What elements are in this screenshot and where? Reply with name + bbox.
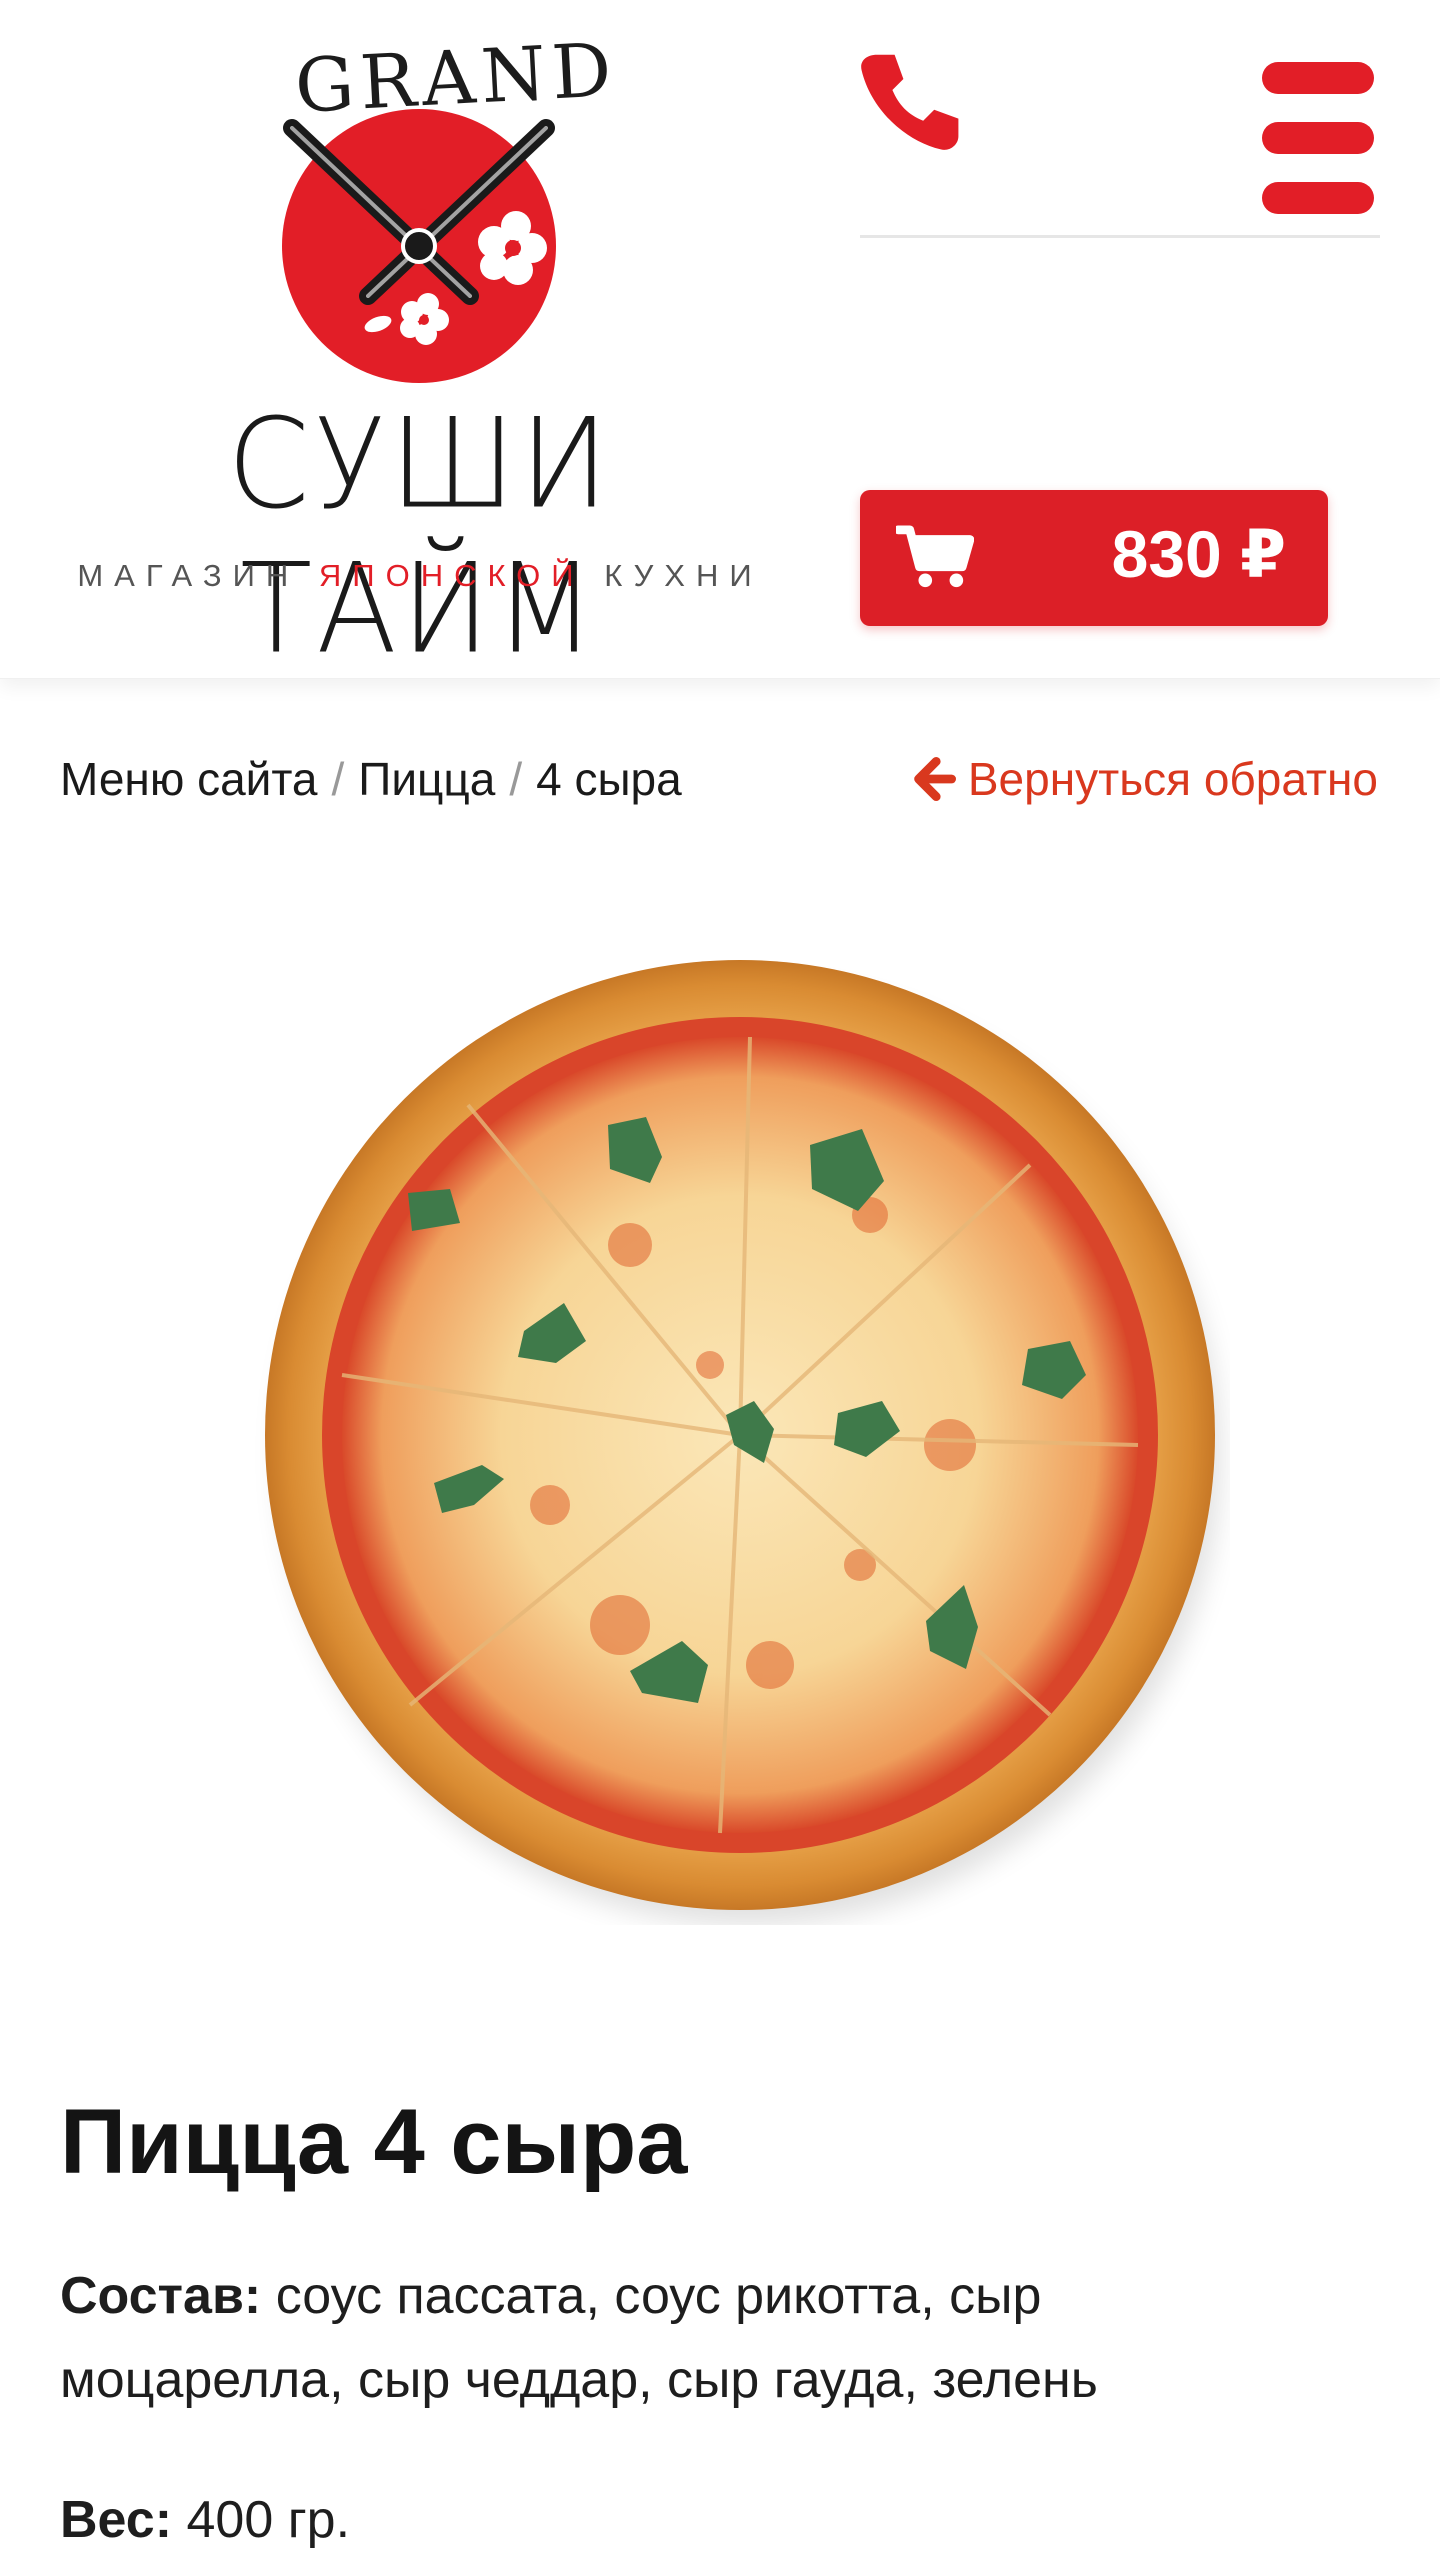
logo-grand-text: GRAND <box>292 27 620 130</box>
site-header: GRAND СУШИ ТАЙМ МАГАЗИН ЯПОНСКОЙ КУХНИ 8… <box>0 0 1440 681</box>
cart-icon <box>896 525 974 588</box>
logo-tagline: МАГАЗИН ЯПОНСКОЙ КУХНИ <box>60 558 780 594</box>
breadcrumb: Меню сайта / Пицца/4 сыра <box>60 752 682 806</box>
back-link[interactable]: Вернуться обратно <box>912 752 1378 806</box>
phone-icon <box>861 54 959 150</box>
breadcrumb-item[interactable]: Пицца <box>358 753 495 805</box>
breadcrumb-separator: / <box>509 753 523 805</box>
tagline-part1: МАГАЗИН <box>77 558 300 593</box>
logo-brand-name: СУШИ ТАЙМ <box>227 391 613 681</box>
menu-button[interactable] <box>1262 62 1382 214</box>
hamburger-bar <box>1262 122 1374 154</box>
hamburger-bar <box>1262 182 1374 214</box>
product-title: Пицца 4 сыра <box>60 2091 688 2193</box>
product-image <box>250 945 1230 1925</box>
cart-button[interactable]: 830 ₽ <box>860 490 1328 626</box>
breadcrumb-item[interactable]: Меню сайта <box>60 753 318 805</box>
back-link-label: Вернуться обратно <box>967 753 1378 805</box>
header-divider <box>860 235 1380 238</box>
hamburger-icon <box>1262 62 1374 94</box>
cart-total: 830 ₽ <box>1111 517 1286 591</box>
breadcrumb-separator: / <box>331 753 345 805</box>
breadcrumb-current: 4 сыра <box>536 753 682 805</box>
phone-button[interactable] <box>855 46 965 156</box>
product-weight: Вес: 400 гр. <box>60 2490 350 2550</box>
logo[interactable]: GRAND СУШИ ТАЙМ МАГАЗИН ЯПОНСКОЙ КУХНИ <box>60 27 780 681</box>
tagline-part2: КУХНИ <box>604 558 763 593</box>
weight-value: 400 гр. <box>186 2491 351 2549</box>
arrow-left-icon <box>914 757 956 801</box>
weight-label: Вес: <box>60 2491 173 2549</box>
product-composition: Состав: соус пассата, соус рикотта, сыр … <box>60 2254 1260 2422</box>
pizza-illustration <box>265 960 1220 1925</box>
tagline-accent: ЯПОНСКОЙ <box>318 558 585 593</box>
composition-label: Состав: <box>60 2267 262 2325</box>
